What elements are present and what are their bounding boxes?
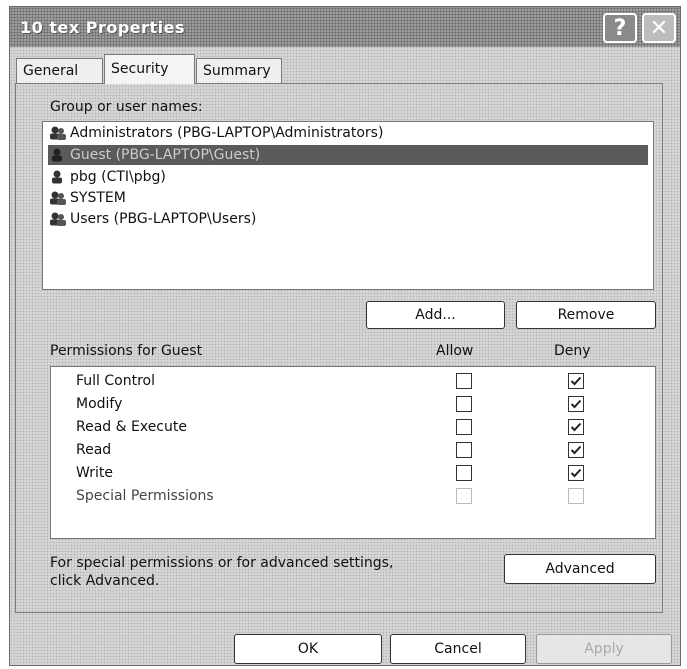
window-title: 10 tex Properties	[20, 18, 186, 37]
list-item-label: Users (PBG-LAPTOP\Users)	[70, 211, 257, 227]
group-icon	[50, 212, 66, 226]
perm-name: Read & Execute	[76, 419, 187, 435]
add-button[interactable]: Add...	[366, 301, 505, 329]
user-icon	[52, 148, 62, 162]
perm-name: Modify	[76, 396, 123, 412]
tab-security[interactable]: Security	[104, 54, 195, 84]
perm-name: Read	[76, 442, 112, 458]
group-user-listbox[interactable]: Administrators (PBG-LAPTOP\Administrator…	[42, 121, 654, 290]
list-item-label: SYSTEM	[70, 190, 126, 206]
group-icon	[50, 126, 66, 140]
perm-name: Special Permissions	[76, 488, 214, 504]
allow-checkbox	[456, 488, 472, 504]
deny-checkbox[interactable]	[568, 419, 584, 435]
cancel-button[interactable]: Cancel	[390, 634, 526, 664]
list-item-pbg[interactable]: pbg (CTI\pbg)	[48, 167, 648, 187]
advanced-note-line2: click Advanced.	[50, 573, 160, 589]
deny-checkbox[interactable]	[568, 442, 584, 458]
advanced-button[interactable]: Advanced	[504, 554, 656, 584]
list-item-label: pbg (CTI\pbg)	[70, 169, 166, 185]
advanced-note-line1: For special permissions or for advanced …	[50, 555, 394, 571]
list-item-label: Guest (PBG-LAPTOP\Guest)	[70, 147, 261, 163]
permissions-list: Full Control Modify Read & Execute Read …	[50, 366, 656, 539]
deny-checkbox[interactable]	[568, 396, 584, 412]
perm-row-read-execute: Read & Execute	[51, 416, 655, 438]
remove-button[interactable]: Remove	[516, 301, 656, 329]
checkmark-icon	[570, 445, 582, 455]
help-button[interactable]: ?	[603, 13, 637, 43]
tab-label: General	[23, 63, 79, 79]
perm-row-write: Write	[51, 462, 655, 484]
perm-name: Write	[76, 465, 113, 481]
list-item-administrators[interactable]: Administrators (PBG-LAPTOP\Administrator…	[48, 123, 648, 143]
tab-label: Summary	[203, 63, 271, 79]
list-item-system[interactable]: SYSTEM	[48, 188, 648, 208]
tab-summary[interactable]: Summary	[196, 58, 282, 83]
perm-row-modify: Modify	[51, 393, 655, 415]
allow-header: Allow	[436, 343, 474, 359]
title-bar[interactable]: 10 tex Properties ? ✕	[10, 7, 680, 47]
permissions-title: Permissions for Guest	[50, 343, 203, 359]
help-icon: ?	[613, 15, 627, 41]
checkmark-icon	[570, 422, 582, 432]
allow-checkbox[interactable]	[456, 442, 472, 458]
checkmark-icon	[570, 376, 582, 386]
deny-checkbox	[568, 488, 584, 504]
ok-button[interactable]: OK	[234, 634, 382, 664]
perm-row-special-permissions: Special Permissions	[51, 485, 655, 507]
tab-label: Security	[111, 61, 169, 77]
tab-general[interactable]: General	[16, 58, 103, 83]
allow-checkbox[interactable]	[456, 373, 472, 389]
perm-row-read: Read	[51, 439, 655, 461]
close-icon: ✕	[649, 15, 669, 41]
deny-checkbox[interactable]	[568, 465, 584, 481]
apply-button: Apply	[536, 634, 672, 664]
group-icon	[50, 191, 66, 205]
checkmark-icon	[570, 399, 582, 409]
checkmark-icon	[570, 468, 582, 478]
group-or-user-names-label: Group or user names:	[50, 99, 203, 115]
list-item-guest[interactable]: Guest (PBG-LAPTOP\Guest)	[48, 145, 648, 165]
allow-checkbox[interactable]	[456, 419, 472, 435]
user-icon	[52, 170, 62, 184]
perm-row-full-control: Full Control	[51, 370, 655, 392]
allow-checkbox[interactable]	[456, 465, 472, 481]
list-item-label: Administrators (PBG-LAPTOP\Administrator…	[70, 125, 384, 141]
perm-name: Full Control	[76, 373, 155, 389]
allow-checkbox[interactable]	[456, 396, 472, 412]
close-button[interactable]: ✕	[642, 13, 676, 43]
list-item-users[interactable]: Users (PBG-LAPTOP\Users)	[48, 209, 648, 229]
deny-header: Deny	[554, 343, 591, 359]
deny-checkbox[interactable]	[568, 373, 584, 389]
